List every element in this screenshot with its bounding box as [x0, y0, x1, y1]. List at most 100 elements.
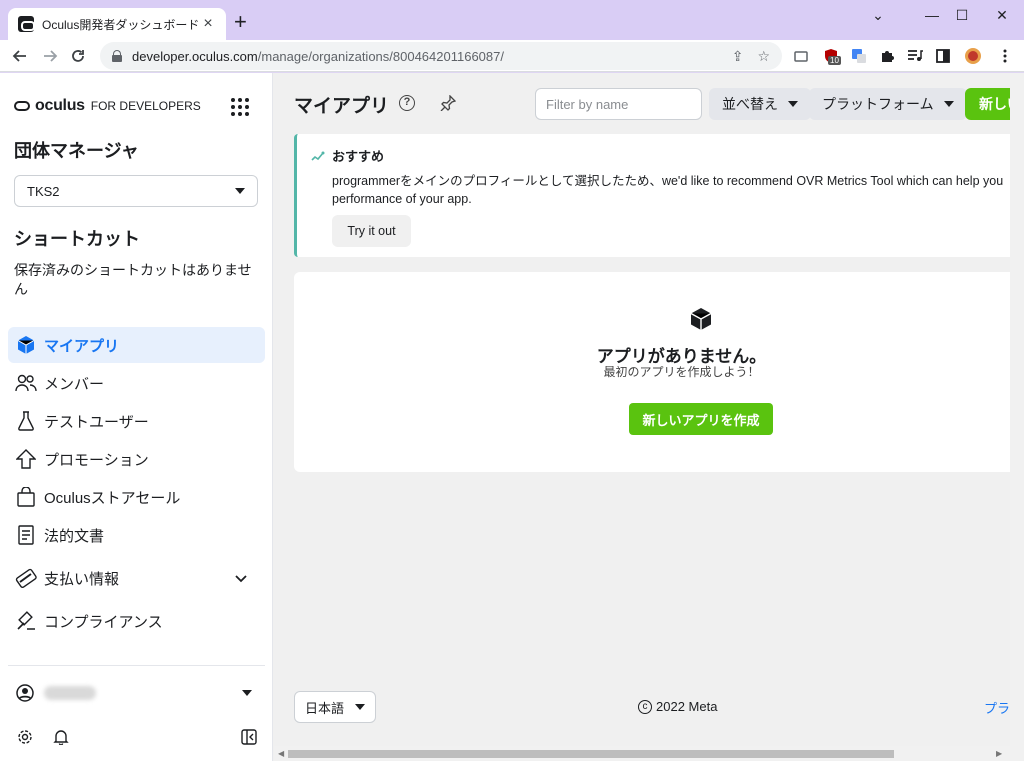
sidebar-item-store-sales[interactable]: Oculusストアセール	[8, 479, 265, 515]
lock-icon[interactable]	[112, 50, 122, 62]
sidebar-item-label: プロモーション	[44, 451, 149, 469]
back-icon[interactable]	[8, 44, 32, 68]
browser-titlebar: Oculus開発者ダッシュボード × + ⌄ — ☐ ✕	[0, 0, 1024, 40]
tab-title: Oculus開発者ダッシュボード	[42, 17, 200, 32]
main-content: マイアプリ ? 並べ替え プラットフォーム 新しい おすすめ programme…	[274, 73, 1024, 761]
cube-icon	[690, 308, 712, 330]
account-menu[interactable]	[16, 681, 256, 705]
url-text: developer.oculus.com/manage/organization…	[132, 48, 504, 64]
empty-state-subtitle: 最初のアプリを作成しよう！	[603, 365, 760, 379]
shopping-bag-icon	[15, 486, 37, 508]
sort-button[interactable]: 並べ替え	[709, 88, 811, 120]
sidebar-divider	[8, 665, 265, 666]
app-area: oculus FOR DEVELOPERS 団体マネージャ TKS2 ショートカ…	[0, 73, 1024, 761]
tab-close-icon[interactable]: ×	[200, 15, 216, 33]
platform-label: プラットフォーム	[822, 96, 934, 112]
sidebar-item-payment-info[interactable]: 支払い情報	[8, 560, 265, 596]
filter-by-name-input[interactable]	[535, 88, 702, 120]
horizontal-scrollbar[interactable]: ◀ ▶	[274, 746, 1010, 761]
footer-link[interactable]: プラ	[984, 698, 1010, 717]
sidebar-item-my-apps[interactable]: マイアプリ	[8, 327, 265, 363]
tab-search-icon[interactable]: ⌄	[856, 0, 900, 30]
vertical-scrollbar[interactable]	[1010, 73, 1024, 761]
sidebar-item-promotions[interactable]: プロモーション	[8, 441, 265, 477]
sidebar-item-label: コンプライアンス	[44, 613, 163, 631]
brand-logo[interactable]: oculus FOR DEVELOPERS	[14, 97, 201, 115]
profile-avatar-icon[interactable]	[964, 47, 982, 65]
gavel-icon	[15, 610, 37, 632]
horizontal-scrollbar-thumb[interactable]	[288, 750, 894, 758]
oculus-logo-icon	[14, 101, 30, 111]
extension-badge: 10	[828, 56, 841, 65]
card-icon	[15, 567, 37, 589]
copyright-text: c 2022 Meta	[638, 699, 717, 714]
cube-icon	[15, 334, 37, 356]
organization-select[interactable]: TKS2	[14, 175, 258, 207]
reload-icon[interactable]	[66, 44, 90, 68]
browser-tab[interactable]: Oculus開発者ダッシュボード ×	[8, 8, 226, 40]
sparkle-icon	[311, 151, 325, 161]
recommendation-text: programmerをメインのプロフィールとして選択したため、we'd like…	[332, 174, 1004, 206]
shortcuts-empty-text: 保存済みのショートカットはありません	[14, 262, 252, 297]
sidebar-item-members[interactable]: メンバー	[8, 365, 265, 401]
chevron-down-icon	[788, 101, 798, 107]
extensions-puzzle-icon[interactable]	[878, 47, 896, 65]
share-icon[interactable]: ⇪	[732, 48, 744, 65]
recommendation-heading: おすすめ	[311, 146, 384, 165]
maximize-button[interactable]: ☐	[940, 0, 984, 30]
chevron-down-icon	[242, 690, 252, 696]
sidebar-item-legal-documents[interactable]: 法的文書	[8, 517, 265, 553]
language-select[interactable]: 日本語	[294, 691, 376, 723]
forward-icon[interactable]	[38, 44, 62, 68]
extension-translate-icon[interactable]	[850, 47, 868, 65]
side-panel-icon[interactable]	[934, 47, 952, 65]
notifications-bell-icon[interactable]	[53, 729, 69, 745]
organization-selected-value: TKS2	[27, 183, 60, 199]
empty-state-card: アプリがありません。 最初のアプリを作成しよう！ 新しいアプリを作成	[294, 272, 1024, 472]
bookmark-star-icon[interactable]: ☆	[757, 48, 770, 65]
pin-icon[interactable]	[440, 94, 457, 116]
sidebar: oculus FOR DEVELOPERS 団体マネージャ TKS2 ショートカ…	[0, 73, 273, 761]
help-question-icon[interactable]: ?	[399, 95, 415, 111]
language-selected-value: 日本語	[305, 700, 345, 716]
chevron-down-icon[interactable]	[235, 570, 247, 587]
shortcuts-heading: ショートカット	[14, 229, 140, 249]
media-control-icon[interactable]	[906, 47, 924, 65]
extension-ublock-icon[interactable]: 10	[822, 47, 841, 65]
browser-toolbar: developer.oculus.com/manage/organization…	[0, 40, 1024, 72]
close-window-button[interactable]: ✕	[980, 0, 1024, 30]
create-new-app-button[interactable]: 新しいアプリを作成	[629, 403, 773, 435]
new-tab-button[interactable]: +	[234, 11, 247, 33]
sidebar-item-compliance[interactable]: コンプライアンス	[8, 603, 265, 639]
user-avatar-icon	[16, 684, 34, 702]
brand-subtitle: FOR DEVELOPERS	[90, 99, 201, 113]
platform-filter-button[interactable]: プラットフォーム	[809, 88, 967, 120]
settings-gear-icon[interactable]	[17, 729, 33, 745]
sidebar-item-label: メンバー	[44, 375, 105, 393]
extension-screenshot-icon[interactable]	[792, 47, 810, 65]
document-icon	[15, 524, 37, 546]
sidebar-item-label: 法的文書	[44, 527, 105, 545]
chevron-down-icon	[235, 188, 245, 194]
scroll-left-arrow-icon[interactable]: ◀	[278, 749, 284, 758]
browser-menu-icon[interactable]	[996, 47, 1014, 65]
scroll-right-arrow-icon[interactable]: ▶	[996, 749, 1002, 758]
collapse-sidebar-icon[interactable]	[241, 729, 257, 745]
recommendation-card: おすすめ programmerをメインのプロフィールとして選択したため、we'd…	[294, 134, 1024, 257]
app-switcher-grid-icon[interactable]	[231, 98, 249, 116]
sidebar-item-label: Oculusストアセール	[44, 489, 181, 507]
brand-name: oculus	[35, 97, 85, 114]
try-it-out-button[interactable]: Try it out	[332, 215, 411, 247]
user-name-redacted	[44, 686, 96, 700]
chevron-down-icon	[943, 101, 954, 107]
arrow-up-icon	[15, 448, 37, 470]
sidebar-item-label: 支払い情報	[44, 570, 120, 588]
flask-icon	[15, 410, 37, 432]
sidebar-item-label: テストユーザー	[44, 413, 149, 431]
copyright-symbol-icon: c	[638, 699, 652, 714]
sidebar-item-test-users[interactable]: テストユーザー	[8, 403, 265, 439]
sort-label: 並べ替え	[722, 96, 778, 112]
sidebar-item-label: マイアプリ	[44, 337, 120, 355]
address-bar[interactable]: developer.oculus.com/manage/organization…	[100, 42, 782, 70]
oculus-favicon-icon	[18, 16, 35, 32]
